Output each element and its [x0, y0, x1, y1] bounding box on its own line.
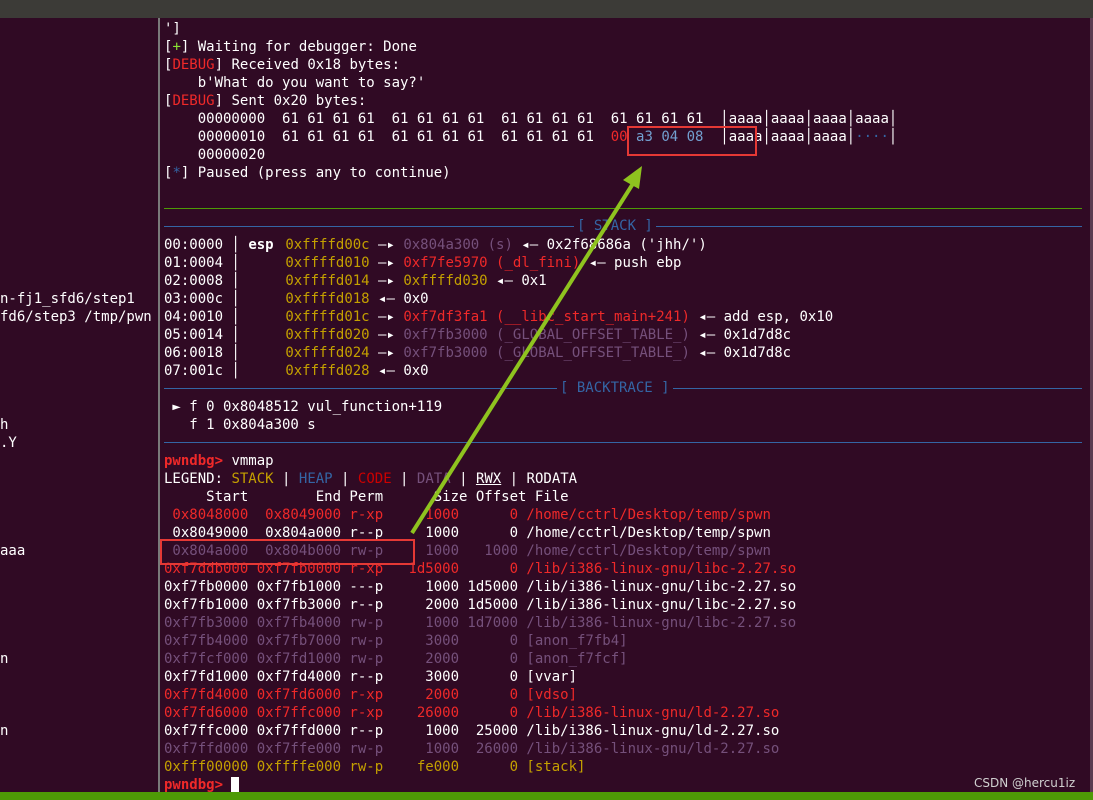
watermark: CSDN @hercu1iz — [974, 776, 1076, 790]
status-bar — [0, 792, 1093, 800]
annotation-arrow-line — [410, 180, 636, 535]
annotation-arrow — [410, 166, 642, 535]
